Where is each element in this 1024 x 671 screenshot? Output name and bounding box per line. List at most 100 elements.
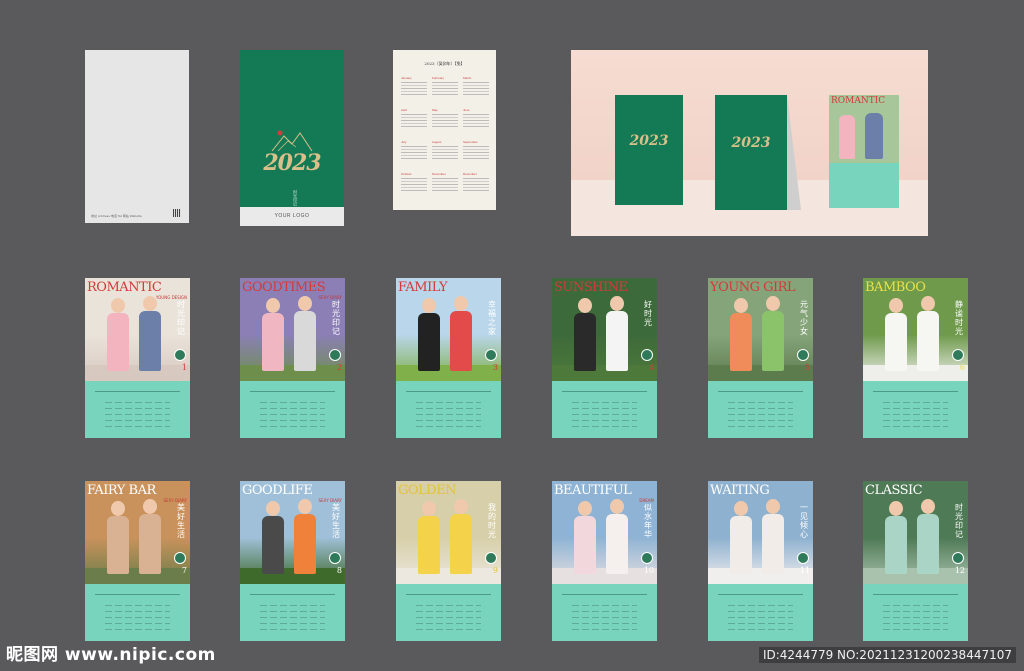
month-calendar-grid xyxy=(708,381,813,438)
site-watermark: 昵图网 www.nipic.com xyxy=(6,645,216,665)
yearly-month-name: April xyxy=(401,108,408,112)
month-chinese-caption: 时光印记 xyxy=(177,300,185,336)
yearly-month-block: December xyxy=(463,172,491,196)
yearly-month-block: September xyxy=(463,140,491,164)
model-head-left xyxy=(578,501,592,516)
model-figure-left xyxy=(262,516,284,574)
calendar-header-rule xyxy=(250,594,335,595)
yearly-month-name: July xyxy=(401,140,407,144)
calendar-date-columns xyxy=(105,600,170,630)
month-card: BEAUTIFUL DREAM 似水年华 10 xyxy=(552,481,657,641)
month-photo: FAIRY BAR SEXY DIARY 美好生活 7 xyxy=(85,481,190,584)
model-head-right xyxy=(454,296,468,311)
back-cover-fine-print: 地址 Address 电话 Tel 网站 Website xyxy=(91,214,142,218)
calendar-header-rule xyxy=(406,594,491,595)
calendar-date-columns xyxy=(728,397,793,427)
month-card: BAMBOO 静谧时光 6 xyxy=(863,278,968,438)
model-figure-left xyxy=(262,313,284,371)
model-head-right xyxy=(298,296,312,311)
model-head-right xyxy=(766,296,780,311)
yearly-month-block: November xyxy=(432,172,460,196)
month-photo: GOLDEN 我的时光 9 xyxy=(396,481,501,584)
calendar-date-columns xyxy=(572,600,637,630)
month-chinese-caption: 似水年华 xyxy=(644,503,652,539)
yearly-month-block: March xyxy=(463,76,491,100)
month-card: GOODLIFE SEXY DIARY 美好生活 8 xyxy=(240,481,345,641)
month-chinese-caption: 好时光 xyxy=(644,300,652,327)
mockup-cover-angled: 2023 xyxy=(715,95,787,210)
model-head-left xyxy=(111,501,125,516)
calendar-date-columns xyxy=(883,600,948,630)
brand-seal-icon xyxy=(797,552,809,564)
model-head-right xyxy=(143,296,157,311)
month-number: 3 xyxy=(492,363,498,372)
month-photo: WAITING 一见倾心 11 xyxy=(708,481,813,584)
month-chinese-caption: 幸福之家 xyxy=(488,300,496,336)
model-figure-left xyxy=(730,516,752,574)
yearly-calendar-page: 2023（癸卯年）【兔】 January February March April Ma… xyxy=(393,50,496,210)
brand-seal-icon xyxy=(641,552,653,564)
model-head-left xyxy=(889,298,903,313)
month-number: 7 xyxy=(181,566,187,575)
model-figure-right xyxy=(762,514,784,574)
calendar-header-rule xyxy=(95,391,180,392)
yearly-month-name: May xyxy=(432,108,438,112)
month-number: 1 xyxy=(181,363,187,372)
calendar-date-columns xyxy=(728,600,793,630)
qr-code-icon xyxy=(173,209,181,217)
yearly-month-block: January xyxy=(401,76,429,100)
model-figure-left xyxy=(885,516,907,574)
month-title: GOLDEN xyxy=(398,483,456,498)
yearly-month-block: February xyxy=(432,76,460,100)
calendar-date-columns xyxy=(416,600,481,630)
month-calendar-grid xyxy=(240,381,345,438)
model-head-right xyxy=(143,499,157,514)
calendar-header-rule xyxy=(873,594,958,595)
month-title: BAMBOO xyxy=(865,280,926,295)
month-number: 6 xyxy=(959,363,965,372)
photo-ground xyxy=(708,568,813,584)
photo-ground xyxy=(85,568,190,584)
month-card: ROMANTIC YOUNG DESIGN 时光印记 1 xyxy=(85,278,190,438)
mockup-script-year-b: 2023 xyxy=(731,135,771,151)
brand-seal-icon xyxy=(952,349,964,361)
month-chinese-caption: 静谧时光 xyxy=(955,300,963,336)
brand-seal-icon xyxy=(329,349,341,361)
month-chinese-caption: 一见倾心 xyxy=(800,503,808,539)
photo-ground xyxy=(396,365,501,381)
calendar-header-rule xyxy=(95,594,180,595)
month-card: YOUNG GIRL 元气少女 5 xyxy=(708,278,813,438)
model-figure-left xyxy=(418,516,440,574)
calendar-date-columns xyxy=(260,397,325,427)
month-photo: ROMANTIC YOUNG DESIGN 时光印记 1 xyxy=(85,278,190,381)
calendar-date-columns xyxy=(105,397,170,427)
brand-seal-icon xyxy=(641,349,653,361)
model-figure-right xyxy=(139,311,161,371)
photo-ground xyxy=(708,365,813,381)
model-figure-right xyxy=(450,311,472,371)
calendar-header-rule xyxy=(250,391,335,392)
month-chinese-caption: 美好生活 xyxy=(332,503,340,539)
month-chinese-caption: 我的时光 xyxy=(488,503,496,539)
brand-seal-icon xyxy=(485,552,497,564)
month-title: FAMILY xyxy=(398,280,448,295)
yearly-calendar-title: 2023（癸卯年）【兔】 xyxy=(424,61,465,66)
yearly-month-name: November xyxy=(432,172,446,176)
month-calendar-grid xyxy=(396,584,501,641)
month-calendar-grid xyxy=(863,584,968,641)
month-card: WAITING 一见倾心 11 xyxy=(708,481,813,641)
model-figure-right xyxy=(294,311,316,371)
month-title: BEAUTIFUL xyxy=(554,483,632,498)
yearly-month-block: July xyxy=(401,140,429,164)
month-photo: YOUNG GIRL 元气少女 5 xyxy=(708,278,813,381)
desk-calendar-mockup: 2023 2023 ROMANTIC xyxy=(571,50,928,236)
month-calendar-grid xyxy=(85,381,190,438)
month-card: SUNSHINE 好时光 4 xyxy=(552,278,657,438)
yearly-month-block: June xyxy=(463,108,491,132)
mockup-figure-1 xyxy=(839,115,855,159)
model-figure-left xyxy=(107,516,129,574)
model-figure-right xyxy=(917,514,939,574)
month-photo: GOODLIFE SEXY DIARY 美好生活 8 xyxy=(240,481,345,584)
brand-seal-icon xyxy=(174,349,186,361)
month-chinese-caption: 元气少女 xyxy=(800,300,808,336)
